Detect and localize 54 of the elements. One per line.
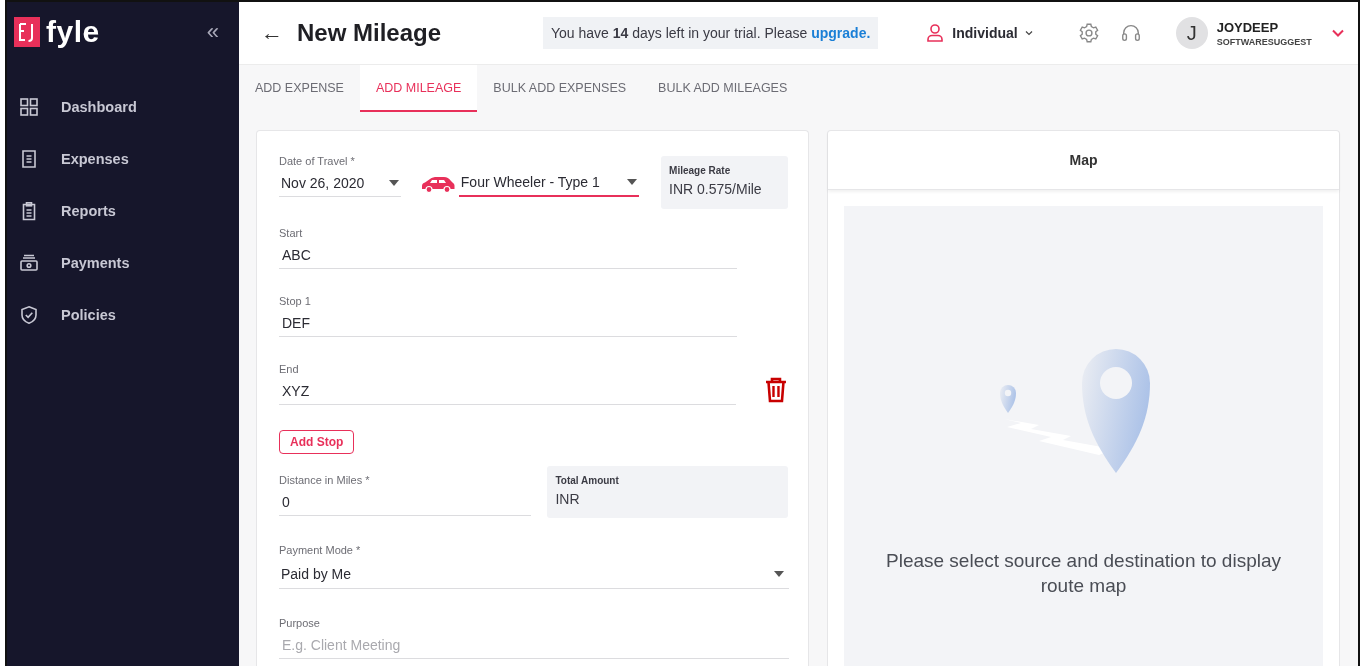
payment-mode-select[interactable]: Paid by Me (279, 562, 789, 589)
tab[interactable]: BULK ADD EXPENSES (477, 65, 643, 112)
tab[interactable]: ADD MILEAGE (359, 65, 478, 112)
location-field[interactable]: DEF (279, 313, 737, 337)
field-label: Distance in Miles * (279, 474, 371, 486)
tab[interactable]: ADD EXPENSE (239, 65, 360, 112)
location-field[interactable]: ABC (279, 245, 737, 269)
map-title: Map (828, 131, 1339, 190)
settings-icon[interactable] (1077, 22, 1100, 44)
trial-notice: You have 14 days left in your trial. Please upgrade. (543, 17, 879, 49)
account-mode-dropdown[interactable]: Individual (924, 22, 1034, 44)
sidebar-item[interactable]: Payments (7, 237, 239, 289)
back-button[interactable]: ← (261, 20, 283, 46)
caret-icon (627, 179, 638, 185)
map-message: Please select source and destination to display route map (885, 549, 1282, 598)
add-stop-button[interactable]: Add Stop (279, 430, 355, 454)
field-label: Total Amount (555, 475, 620, 486)
field-label: Start (279, 227, 304, 239)
car-icon (420, 175, 455, 193)
date-select[interactable]: Nov 26, 2020 (279, 173, 401, 197)
field-label: Mileage Rate (669, 165, 732, 176)
field-label: Purpose (279, 617, 321, 629)
collapse-button[interactable]: « (200, 19, 225, 45)
headset-icon[interactable] (1119, 22, 1142, 44)
sidebar-item[interactable]: Reports (7, 185, 239, 237)
user-avatar[interactable]: J (1175, 17, 1208, 49)
field-value: INR (555, 491, 581, 507)
caret-icon (388, 180, 399, 186)
receipt-icon (19, 149, 39, 169)
tab[interactable]: BULK ADD MILEAGES (642, 65, 804, 112)
location-field[interactable]: XYZ (279, 381, 737, 405)
field-label: End (279, 363, 300, 375)
sidebar-item[interactable]: Expenses (7, 133, 239, 185)
field-label: Payment Mode * (279, 544, 362, 556)
vehicle-select[interactable]: Four Wheeler - Type 1 (458, 172, 640, 197)
logo-icon (14, 17, 40, 47)
purpose-field[interactable]: E.g. Client Meeting (279, 635, 789, 659)
chevron-down-icon (1023, 30, 1034, 36)
sidebar-item[interactable]: Policies (7, 289, 239, 341)
user-name: JOYDEEP (1216, 19, 1280, 35)
field-value: INR 0.575/Mile (669, 181, 763, 197)
logo-text: fyle (46, 15, 101, 49)
trash-icon[interactable] (764, 377, 788, 403)
field-label: Stop 1 (279, 295, 312, 307)
organization-name: SOFTWARESUGGEST (1216, 36, 1312, 47)
shield-check-icon (19, 305, 39, 325)
grid-icon (19, 97, 39, 117)
cash-icon (19, 253, 39, 273)
sidebar-item[interactable]: Dashboard (7, 81, 239, 133)
upgrade-link[interactable]: upgrade. (811, 25, 871, 41)
field-label: Date of Travel * (279, 155, 356, 167)
distance-field[interactable]: 0 (279, 492, 532, 516)
caret-icon (774, 571, 784, 577)
page-title: New Mileage (297, 19, 443, 47)
